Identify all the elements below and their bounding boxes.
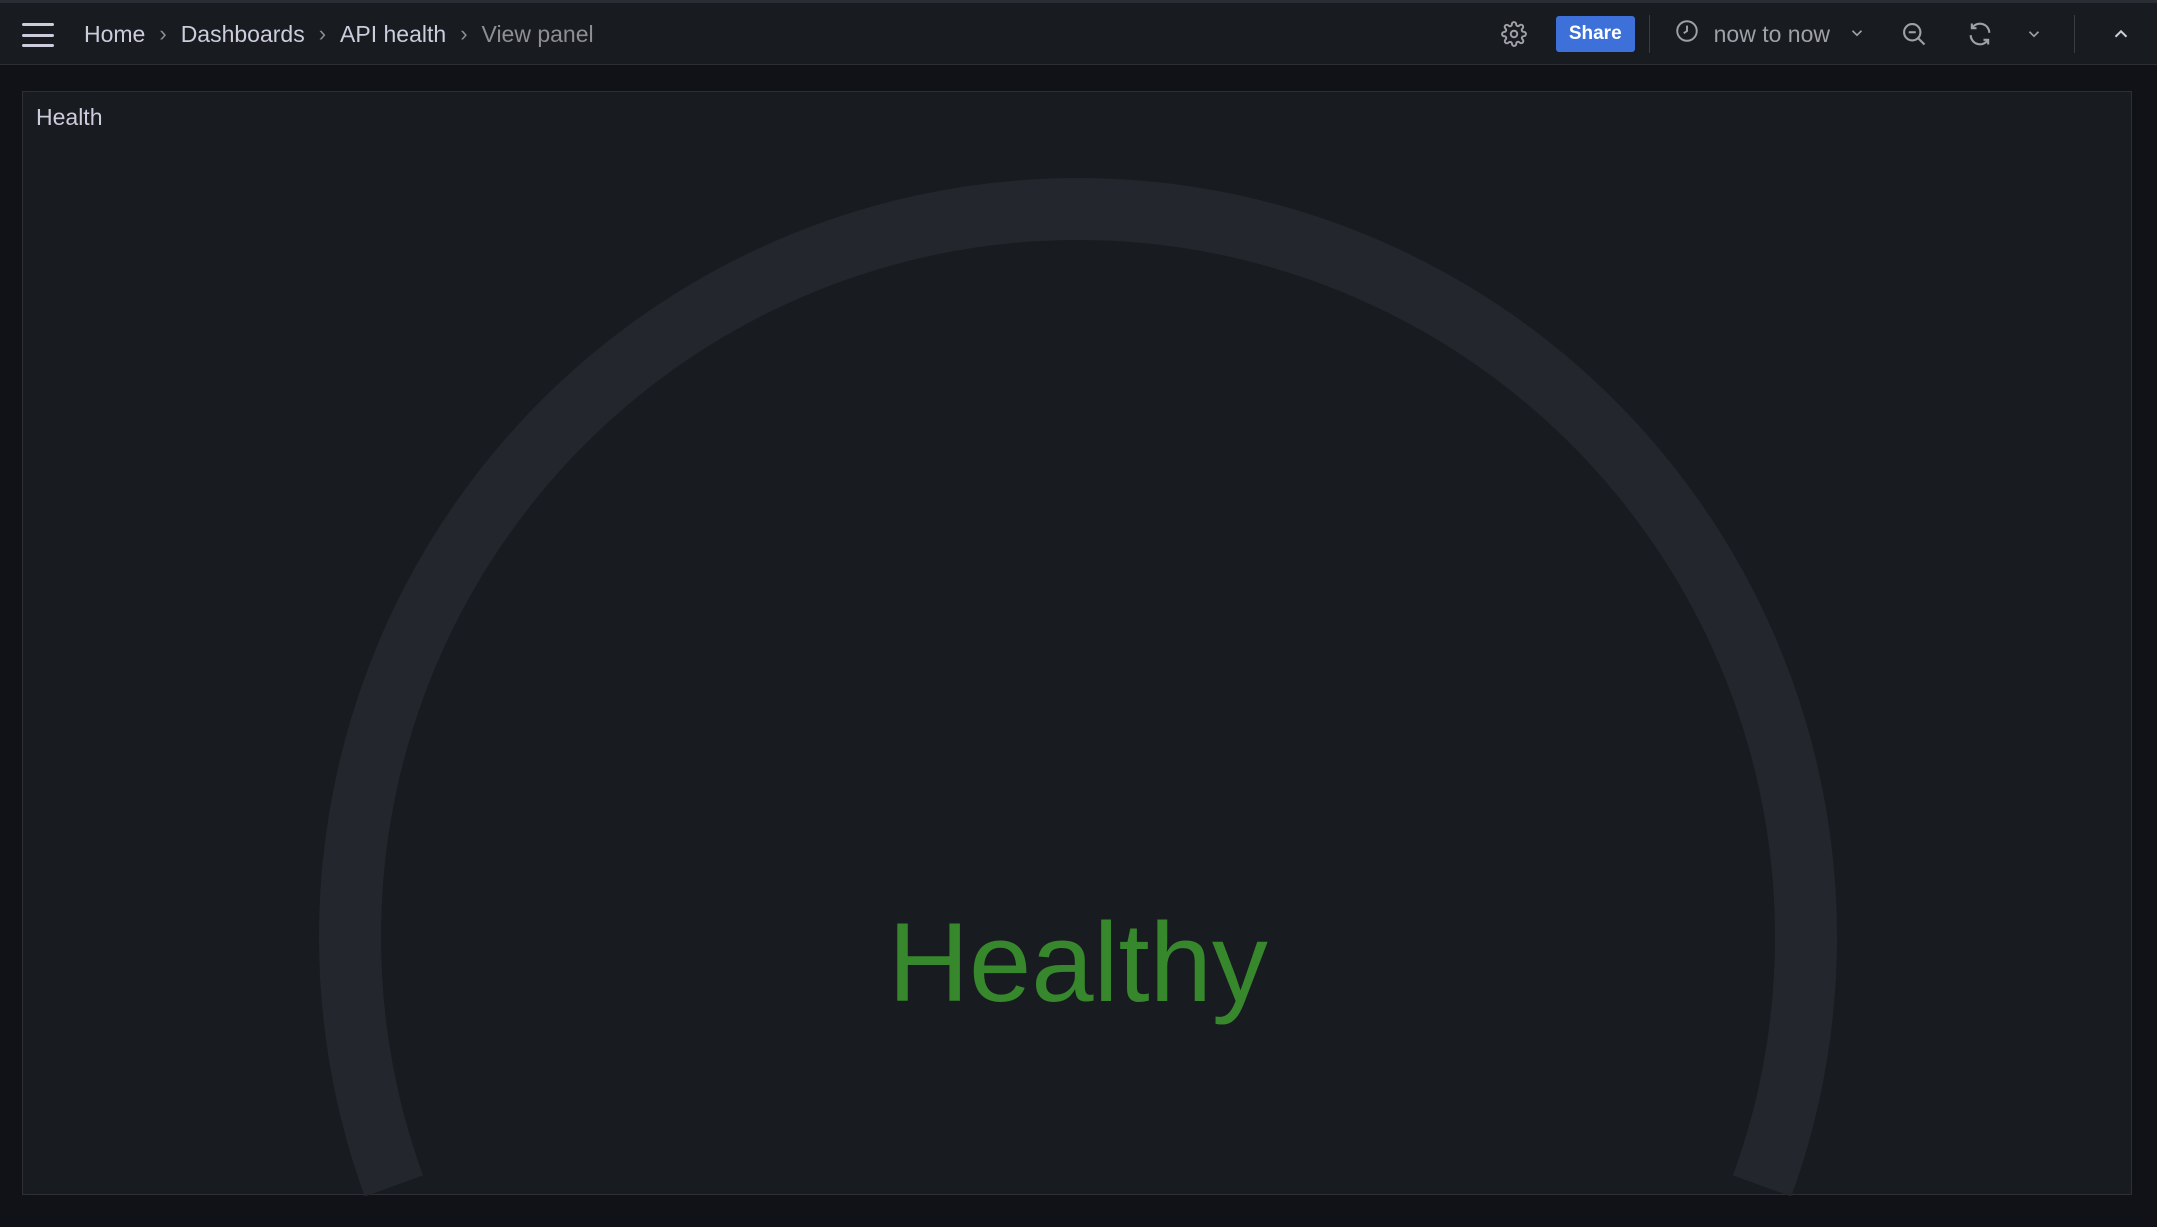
- breadcrumb-home[interactable]: Home: [84, 21, 145, 48]
- gauge-chart: [319, 178, 1837, 1196]
- chevron-down-icon[interactable]: [1848, 21, 1866, 48]
- chevron-up-icon[interactable]: [2101, 14, 2141, 54]
- hamburger-menu-icon[interactable]: [22, 23, 58, 47]
- share-button[interactable]: Share: [1555, 16, 1635, 52]
- gauge-value-text: Healthy: [888, 900, 1268, 1025]
- time-range-picker[interactable]: now to now: [1674, 18, 1866, 50]
- toolbar-actions: Share now to now: [1494, 3, 2157, 65]
- refresh-icon[interactable]: [1960, 14, 2000, 54]
- refresh-interval-chevron-down-icon[interactable]: [2014, 14, 2054, 54]
- toolbar-divider: [2074, 15, 2075, 53]
- breadcrumb: Home › Dashboards › API health › View pa…: [84, 3, 594, 65]
- time-range-label: now to now: [1713, 20, 1830, 47]
- breadcrumb-separator: ›: [460, 21, 468, 46]
- breadcrumb-api-health[interactable]: API health: [340, 21, 446, 48]
- toolbar-divider: [1648, 15, 1650, 53]
- breadcrumb-dashboards[interactable]: Dashboards: [181, 21, 305, 48]
- zoom-out-icon[interactable]: [1894, 14, 1934, 54]
- health-panel: Health Healthy: [22, 91, 2132, 1196]
- breadcrumb-view-panel: View panel: [481, 20, 594, 47]
- breadcrumb-separator: ›: [159, 21, 167, 46]
- top-navigation-bar: Home › Dashboards › API health › View pa…: [0, 0, 2157, 65]
- gauge-track: [319, 178, 1837, 1196]
- clock-icon: [1674, 18, 1700, 50]
- gear-icon[interactable]: [1494, 14, 1534, 54]
- breadcrumb-separator: ›: [318, 21, 327, 46]
